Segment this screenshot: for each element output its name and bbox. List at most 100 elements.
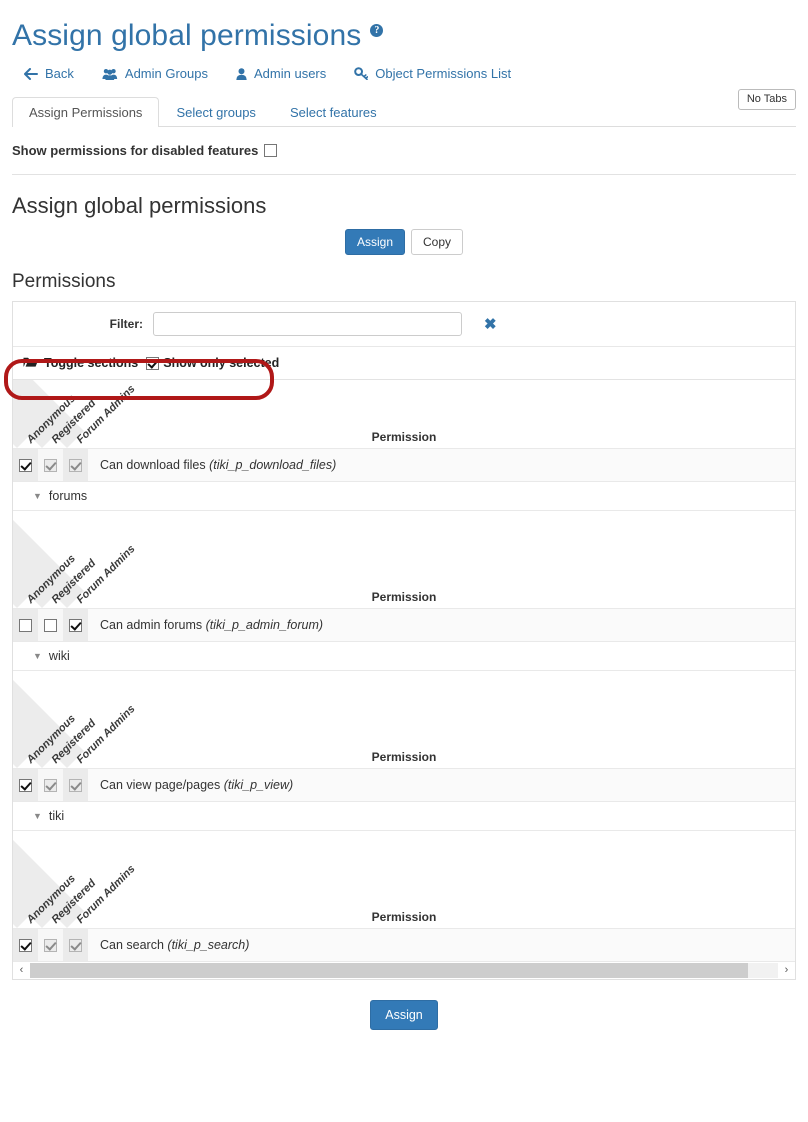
diagonal-column-headers: Anonymous Registered Forum Admins Permis… xyxy=(13,380,795,448)
permission-checkbox-registered[interactable] xyxy=(44,618,57,632)
folder-open-icon xyxy=(23,356,38,370)
scroll-left-arrow[interactable]: ‹ xyxy=(13,963,30,978)
show-only-selected-checkbox[interactable] xyxy=(146,356,160,370)
cell-anonymous[interactable] xyxy=(13,609,38,641)
show-only-selected-label: Show only selected xyxy=(163,356,280,370)
user-icon xyxy=(236,67,247,80)
section-header-wiki[interactable]: ▼ wiki xyxy=(13,642,795,671)
scroll-right-arrow[interactable]: › xyxy=(778,963,795,978)
permissions-panel: Filter: ✖ Toggle sections Show only sele… xyxy=(12,301,796,962)
action-object-permissions-list-label: Object Permissions List xyxy=(375,66,512,81)
chevron-down-icon: ▼ xyxy=(33,650,42,661)
assign-button-top[interactable]: Assign xyxy=(344,229,405,255)
tab-assign-permissions[interactable]: Assign Permissions xyxy=(12,97,160,128)
permission-checkbox-anonymous[interactable] xyxy=(19,938,32,952)
show-disabled-features-label: Show permissions for disabled features xyxy=(12,143,259,158)
permission-code: (tiki_p_search) xyxy=(167,938,250,952)
permission-checkbox-anonymous[interactable] xyxy=(19,618,32,632)
main-heading: Assign global permissions xyxy=(12,193,267,218)
copy-button[interactable]: Copy xyxy=(411,229,464,255)
cell-forum-admins xyxy=(63,769,88,801)
top-button-row: Assign Copy xyxy=(0,229,808,255)
table-row: Can admin forums (tiki_p_admin_forum) xyxy=(13,608,795,642)
permission-table-3: Anonymous Registered Forum Admins Permis… xyxy=(13,831,795,962)
page-title: Assign global permissions xyxy=(12,19,362,52)
permission-title: Can search xyxy=(100,938,164,952)
tab-select-groups-label: Select groups xyxy=(176,105,256,120)
action-admin-groups[interactable]: Admin Groups xyxy=(102,66,208,81)
permission-checkbox-registered xyxy=(44,778,57,792)
permission-column-label: Permission xyxy=(371,910,437,924)
scrollbar-thumb[interactable] xyxy=(30,963,749,978)
permission-table-1: Anonymous Registered Forum Admins Permis… xyxy=(13,511,795,642)
permission-column-label: Permission xyxy=(371,430,437,444)
diagonal-column-headers: Anonymous Registered Forum Admins Permis… xyxy=(13,831,795,928)
permission-checkbox-anonymous[interactable] xyxy=(19,458,32,472)
permission-name: Can view page/pages (tiki_p_view) xyxy=(88,778,293,792)
permission-name: Can search (tiki_p_search) xyxy=(88,938,249,952)
permission-checkbox-registered xyxy=(44,458,57,472)
show-disabled-features-checkbox[interactable] xyxy=(264,144,278,157)
action-admin-users-label: Admin users xyxy=(254,66,327,81)
section-label-forums: forums xyxy=(48,489,88,503)
assign-button-bottom[interactable]: Assign xyxy=(370,1000,438,1030)
cell-registered xyxy=(38,929,63,961)
permission-column-label: Permission xyxy=(371,590,437,604)
cell-forum-admins xyxy=(63,449,88,481)
permission-checkbox-anonymous[interactable] xyxy=(19,778,32,792)
no-tabs-button[interactable]: No Tabs xyxy=(737,89,796,110)
action-admin-users[interactable]: Admin users xyxy=(236,66,326,81)
permissions-heading: Permissions xyxy=(12,271,116,292)
users-group-icon xyxy=(102,68,118,80)
action-object-permissions-list[interactable]: Object Permissions List xyxy=(354,66,511,81)
tab-select-features-label: Select features xyxy=(289,105,377,120)
section-header-tiki[interactable]: ▼ tiki xyxy=(13,802,795,831)
permission-title: Can view page/pages xyxy=(100,778,221,792)
action-back-label: Back xyxy=(45,66,74,81)
section-label-tiki: tiki xyxy=(48,809,65,823)
cell-forum-admins[interactable] xyxy=(63,609,88,641)
arrow-left-icon xyxy=(24,67,38,80)
toggle-sections-row: Toggle sections Show only selected xyxy=(13,347,795,379)
toggle-sections-label[interactable]: Toggle sections xyxy=(44,356,138,370)
permission-code: (tiki_p_admin_forum) xyxy=(205,618,324,632)
permission-code: (tiki_p_view) xyxy=(223,778,294,792)
tab-select-features[interactable]: Select features xyxy=(273,97,394,127)
close-x-icon[interactable]: ✖ xyxy=(484,317,497,332)
chevron-down-icon: ▼ xyxy=(33,810,42,821)
bottom-button-row: Assign xyxy=(0,1000,808,1030)
filter-label: Filter: xyxy=(109,317,143,331)
cell-anonymous[interactable] xyxy=(13,929,38,961)
action-back[interactable]: Back xyxy=(24,66,74,81)
permission-checkbox-forum-admins[interactable] xyxy=(69,618,82,632)
filter-input[interactable] xyxy=(153,312,462,336)
permission-column-label: Permission xyxy=(371,750,437,764)
filter-row: Filter: ✖ xyxy=(13,302,795,347)
cell-registered[interactable] xyxy=(38,609,63,641)
section-header-forums[interactable]: ▼ forums xyxy=(13,482,795,511)
permission-title: Can download files xyxy=(100,458,206,472)
cell-anonymous[interactable] xyxy=(13,449,38,481)
diagonal-column-headers: Anonymous Registered Forum Admins Permis… xyxy=(13,671,795,768)
action-bar: Back Admin Groups Admin users Object Per… xyxy=(24,66,808,81)
permission-checkbox-forum-admins xyxy=(69,458,82,472)
action-admin-groups-label: Admin Groups xyxy=(124,66,208,81)
table-row: Can search (tiki_p_search) xyxy=(13,928,795,962)
cell-anonymous[interactable] xyxy=(13,769,38,801)
horizontal-scrollbar[interactable]: ‹ › xyxy=(12,962,796,980)
tab-select-groups[interactable]: Select groups xyxy=(159,97,273,127)
page-header: Assign global permissions? xyxy=(0,0,808,54)
permission-table-2: Anonymous Registered Forum Admins Permis… xyxy=(13,671,795,802)
permission-checkbox-forum-admins xyxy=(69,938,82,952)
permission-checkbox-forum-admins xyxy=(69,778,82,792)
scrollbar-track[interactable] xyxy=(30,963,778,978)
help-circle-icon[interactable]: ? xyxy=(370,24,384,37)
table-row: Can view page/pages (tiki_p_view) xyxy=(13,768,795,802)
section-label-wiki: wiki xyxy=(48,649,70,663)
chevron-down-icon: ▼ xyxy=(33,490,42,501)
tab-assign-permissions-label: Assign Permissions xyxy=(29,105,143,120)
cell-registered xyxy=(38,449,63,481)
diagonal-column-headers: Anonymous Registered Forum Admins Permis… xyxy=(13,511,795,608)
tab-bar: Assign Permissions Select groups Select … xyxy=(0,89,808,128)
permission-name: Can download files (tiki_p_download_file… xyxy=(88,458,336,472)
